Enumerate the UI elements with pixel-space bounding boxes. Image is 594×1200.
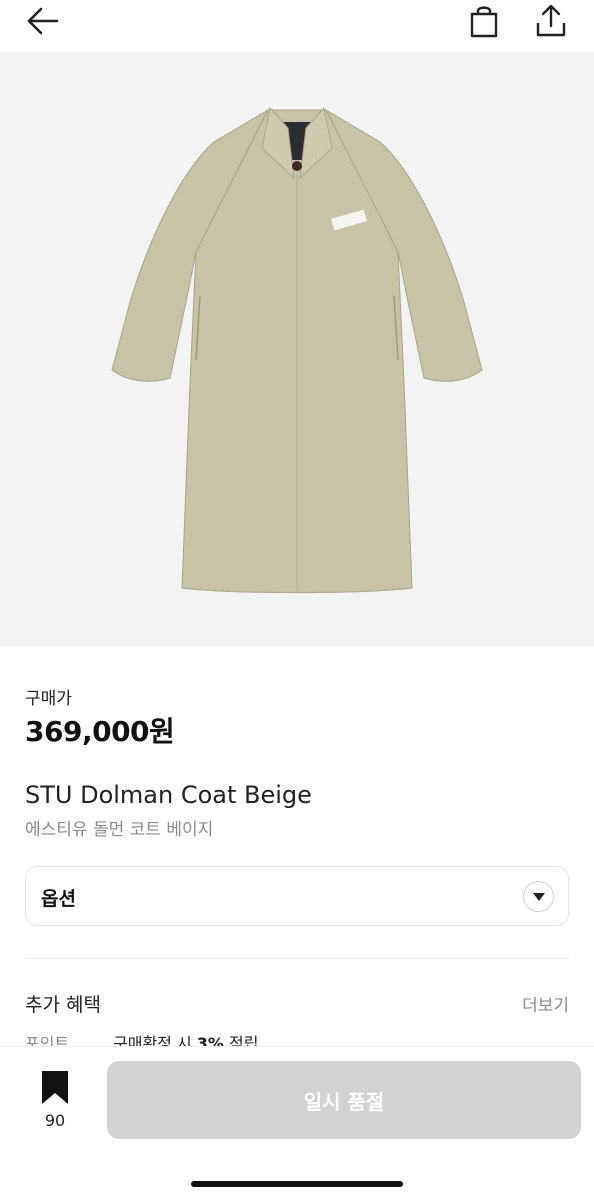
product-name-ko: 에스티유 돌먼 코트 베이지 (25, 820, 214, 840)
home-indicator (191, 1181, 403, 1187)
cart-button[interactable] (462, 0, 506, 42)
option-label: 옵션 (41, 888, 76, 910)
top-bar (0, 0, 594, 52)
more-link[interactable]: 더보기 (522, 991, 569, 1016)
sold-out-button[interactable]: 일시 품절 (107, 1061, 581, 1139)
product-name-en: STU Dolman Coat Beige (25, 781, 312, 809)
price-label: 구매가 (25, 689, 72, 709)
bookmark-count: 90 (44, 1111, 66, 1130)
bottom-action-bar: 90 일시 품절 (0, 1046, 594, 1200)
coat-image (111, 106, 483, 594)
price: 369,000원 (25, 715, 175, 748)
benefit-title: 추가 혜택 (25, 994, 101, 1016)
share-button[interactable] (529, 0, 573, 42)
product-detail-page: 구매가 369,000원 STU Dolman Coat Beige 에스티유 … (0, 0, 594, 1200)
back-button[interactable] (20, 0, 64, 42)
arrow-left-icon (27, 7, 59, 35)
product-image[interactable] (0, 52, 594, 646)
share-icon (536, 4, 566, 37)
chevron-down-icon (523, 881, 554, 912)
shopping-bag-icon (470, 6, 498, 38)
divider (25, 958, 569, 959)
bookmark-button[interactable]: 90 (30, 1071, 80, 1131)
bookmark-icon (42, 1071, 68, 1104)
option-select[interactable]: 옵션 (25, 866, 569, 926)
